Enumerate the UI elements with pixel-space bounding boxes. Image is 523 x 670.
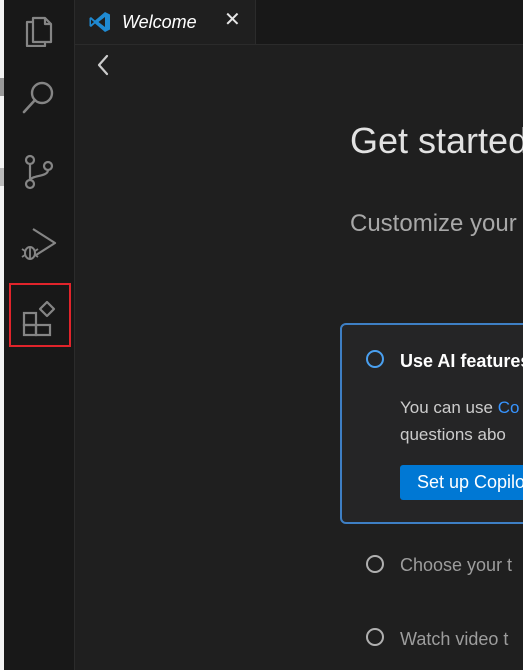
search-icon [22,81,54,114]
highlight-annotation-box [9,283,71,347]
close-icon[interactable]: ✕ [224,10,241,30]
activity-bar [4,0,75,670]
source-control-icon [24,154,54,190]
run-debug-icon [21,228,57,260]
page-subtitle: Customize your [350,210,517,237]
setup-copilot-button[interactable]: Set up Copilot [400,465,523,500]
card-title: Use AI features [400,351,523,371]
activity-explorer[interactable] [4,0,74,62]
card-description: You can use Co [400,398,519,418]
card-desc-text: You can use [400,398,498,417]
vscode-icon [89,12,110,32]
chevron-left-icon[interactable] [92,52,114,78]
activity-run-debug[interactable] [4,210,74,278]
step-radio[interactable] [366,628,384,646]
tab-label: Welcome [122,11,197,32]
card-description-line2: questions abo [400,425,506,444]
step-choose-theme[interactable]: Choose your t [400,555,512,576]
activity-source-control[interactable] [4,138,74,206]
files-icon [25,16,53,47]
activity-search[interactable] [4,64,74,132]
tab-bar: Welcome ✕ [75,0,523,45]
page-title: Get started [350,120,523,161]
step-watch-video[interactable]: Watch video t [400,629,508,650]
step-radio[interactable] [366,555,384,573]
step-radio-active[interactable] [366,350,384,368]
tab-welcome[interactable]: Welcome ✕ [75,0,256,44]
copilot-link[interactable]: Co [498,398,520,417]
